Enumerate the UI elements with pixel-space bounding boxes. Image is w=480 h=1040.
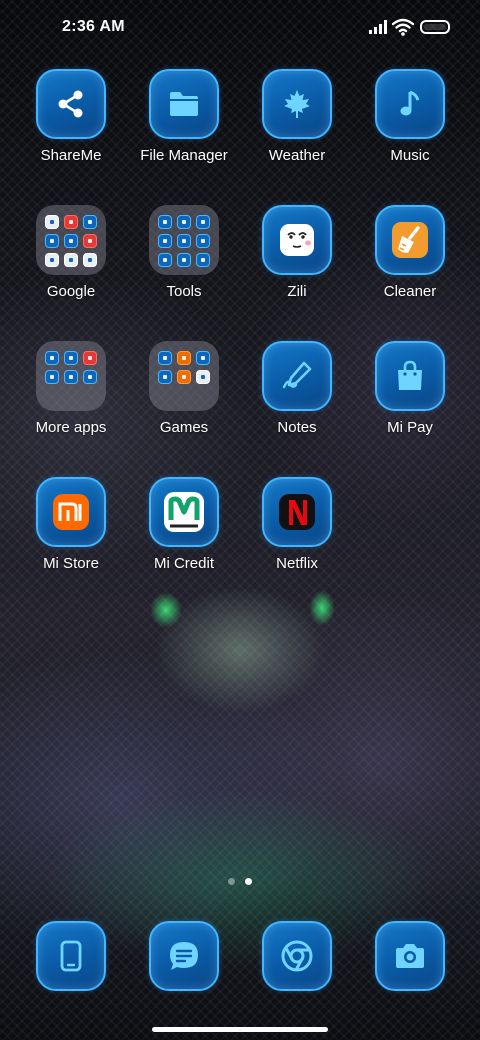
app-weather[interactable]: Weather: [247, 69, 347, 164]
broom-icon: [375, 205, 445, 275]
battery-icon: [420, 20, 450, 34]
settings-icon: [196, 253, 210, 267]
calendar-icon: [177, 215, 191, 229]
home-indicator[interactable]: [152, 1027, 328, 1032]
mi-credit-logo-icon: [149, 477, 219, 547]
app-cleaner[interactable]: Cleaner: [360, 205, 460, 300]
app-label: Cleaner: [383, 283, 437, 300]
app-label: File Manager: [140, 147, 228, 164]
drive-icon: [45, 234, 59, 248]
pen-note-icon: [262, 341, 332, 411]
dock-camera[interactable]: [360, 921, 460, 991]
dock-messages[interactable]: [134, 921, 234, 991]
dock-browser[interactable]: [247, 921, 347, 991]
scanner-icon: [196, 234, 210, 248]
shopping-bag-icon: [375, 341, 445, 411]
meet-icon: [45, 253, 59, 267]
game-icon: [196, 370, 210, 384]
game-icon: [177, 370, 191, 384]
app-zili[interactable]: Zili: [247, 205, 347, 300]
app-label: Google: [46, 283, 96, 300]
folder-tools[interactable]: Tools: [134, 205, 234, 300]
status-bar: 2:36 AM: [0, 0, 480, 56]
mail-icon: [45, 351, 59, 365]
folder-icon: [149, 69, 219, 139]
clock-icon: [196, 215, 210, 229]
music-note-icon: [375, 69, 445, 139]
app-icon: [83, 370, 97, 384]
docs-icon: [83, 215, 97, 229]
app-notes[interactable]: Notes: [247, 341, 347, 436]
google-icon: [45, 215, 59, 229]
folder-preview: [149, 341, 219, 411]
game-icon: [158, 370, 172, 384]
signal-icon: [369, 20, 387, 34]
app-label: Weather: [268, 147, 326, 164]
maple-leaf-icon: [262, 69, 332, 139]
folder-preview: [149, 205, 219, 275]
browser-icon: [262, 921, 332, 991]
status-time: 2:36 AM: [62, 18, 125, 35]
app-mi-pay[interactable]: Mi Pay: [360, 341, 460, 436]
page-dot[interactable]: [228, 878, 235, 885]
app-netflix[interactable]: Netflix: [247, 477, 347, 572]
folder-more-apps[interactable]: More apps: [21, 341, 121, 436]
dock-phone[interactable]: [21, 921, 121, 991]
app-label: More apps: [35, 419, 107, 436]
app-icon: [45, 370, 59, 384]
news-icon: [83, 253, 97, 267]
folder-google[interactable]: Google: [21, 205, 121, 300]
app-mi-store[interactable]: Mi Store: [21, 477, 121, 572]
wifi-icon: [392, 18, 414, 36]
gmail-icon: [64, 215, 78, 229]
compass-icon: [158, 253, 172, 267]
messages-icon: [149, 921, 219, 991]
photos-icon: [64, 253, 78, 267]
game-icon: [196, 351, 210, 365]
netflix-logo-icon: [262, 477, 332, 547]
app-label: Notes: [277, 419, 317, 436]
app-shareme[interactable]: ShareMe: [21, 69, 121, 164]
zili-face-icon: [262, 205, 332, 275]
recorder-icon: [177, 253, 191, 267]
mi-logo-icon: [36, 477, 106, 547]
app-mi-credit[interactable]: Mi Credit: [134, 477, 234, 572]
app-label: Mi Pay: [387, 419, 433, 436]
page-dot-active[interactable]: [245, 878, 252, 885]
app-label: Tools: [166, 283, 202, 300]
security-icon: [158, 215, 172, 229]
folder-preview: [36, 205, 106, 275]
linkedin-icon: [64, 370, 78, 384]
app-label: Netflix: [276, 555, 318, 572]
camera-icon: [375, 921, 445, 991]
share-icon: [36, 69, 106, 139]
game-icon: [158, 351, 172, 365]
game-icon: [177, 351, 191, 365]
app-music[interactable]: Music: [360, 69, 460, 164]
app-label: Zili: [287, 283, 307, 300]
app-label: ShareMe: [40, 147, 102, 164]
app-label: Mi Store: [43, 555, 99, 572]
folder-games[interactable]: Games: [134, 341, 234, 436]
tools-icon: [177, 234, 191, 248]
page-indicator: [0, 878, 480, 885]
app-label: Games: [159, 419, 209, 436]
calculator-icon: [158, 234, 172, 248]
phone-icon: [36, 921, 106, 991]
app-label: Music: [390, 147, 430, 164]
app-label: Mi Credit: [153, 555, 214, 572]
maps-icon: [64, 234, 78, 248]
folder-preview: [36, 341, 106, 411]
wps-icon: [83, 351, 97, 365]
facebook-icon: [64, 351, 78, 365]
youtube-icon: [83, 234, 97, 248]
app-file-manager[interactable]: File Manager: [134, 69, 234, 164]
